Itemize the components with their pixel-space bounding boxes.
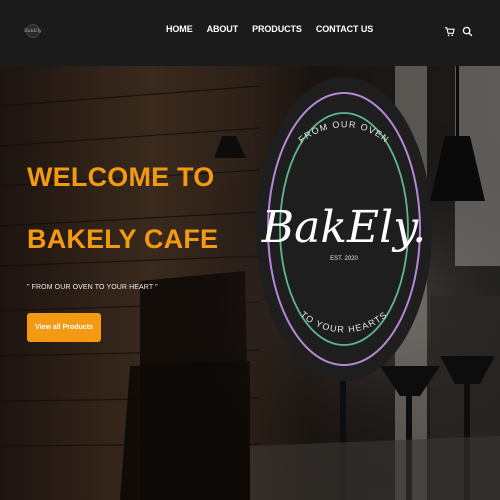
hero-section: WELCOME TO BAKELY CAFE " FROM OUR OVEN T… (0, 66, 500, 500)
navbar: BakEly HOME ABOUT PRODUCTS CONTACT US (0, 0, 500, 66)
hero-title-line1: WELCOME TO (27, 162, 215, 192)
nav-link-products[interactable]: PRODUCTS (252, 24, 302, 34)
svg-text:EST. 2020: EST. 2020 (330, 256, 358, 262)
brand-logo[interactable]: BakEly (24, 24, 42, 38)
nav-icons (444, 24, 473, 37)
hero-tagline: " FROM OUR OVEN TO YOUR HEART " (27, 284, 158, 291)
nav-link-contact[interactable]: CONTACT US (316, 24, 373, 34)
nav-link-home[interactable]: HOME (166, 24, 193, 34)
nav-links: HOME ABOUT PRODUCTS CONTACT US (166, 24, 387, 34)
nav-link-about[interactable]: ABOUT (207, 24, 239, 34)
search-icon[interactable] (462, 24, 473, 37)
bakely-seal-logo: FROM OUR OVEN BakEly. EST. 2020 TO YOUR … (256, 77, 432, 381)
view-all-products-button[interactable]: View all Products (27, 313, 101, 342)
cart-icon[interactable] (444, 24, 455, 37)
svg-text:BakEly.: BakEly. (261, 202, 426, 253)
hero-title-line2: BAKELY CAFE (27, 224, 219, 254)
